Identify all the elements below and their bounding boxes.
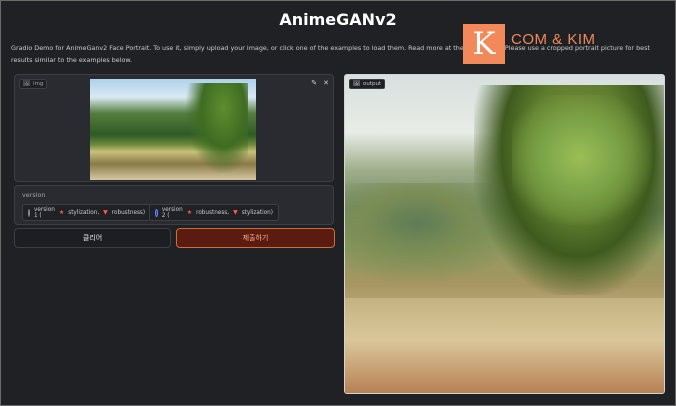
red-star-icon: ★ [186, 209, 193, 216]
version-2-robustness: robustness, [196, 209, 230, 216]
version-1-prefix: version 1 ( [34, 206, 55, 219]
edit-icon[interactable]: ✎ [311, 79, 317, 87]
output-image-label: output [362, 81, 382, 87]
output-image-panel[interactable]: 🖼 output [344, 74, 665, 394]
input-image-preview[interactable] [90, 79, 256, 180]
output-water-shape [345, 298, 664, 393]
input-image-panel[interactable]: 🖼 img ✎ ✕ [14, 74, 334, 182]
input-image-label: img [32, 81, 44, 87]
submit-button[interactable]: 제출하기 [176, 228, 335, 248]
image-icon: 🖼 [353, 81, 360, 87]
version-1-stylization: stylization, [68, 209, 100, 216]
red-star-icon: ★ [58, 209, 65, 216]
radio-dot-2 [155, 208, 158, 217]
version-panel: version version 1 ( ★ stylization, ▼ rob… [14, 185, 334, 225]
clear-button[interactable]: 클리어 [14, 228, 171, 248]
version-label: version [22, 191, 46, 199]
version-2-stylization: stylization) [241, 209, 273, 216]
output-image-tag: 🖼 output [349, 79, 386, 89]
red-triangle-icon: ▼ [233, 209, 238, 216]
input-image-actions: ✎ ✕ [311, 79, 329, 87]
input-image-tag: 🖼 img [19, 79, 48, 89]
app-window: AnimeGANv2 Gradio Demo for AnimeGanv2 Fa… [0, 0, 676, 406]
version-option-2[interactable]: version 2 ( ★ robustness, ▼ stylization) [149, 204, 279, 221]
close-icon[interactable]: ✕ [323, 79, 329, 87]
image-icon: 🖼 [23, 81, 30, 87]
red-triangle-icon: ▼ [103, 209, 108, 216]
watermark-text: COM & KIM [511, 30, 596, 48]
version-2-prefix: version 2 ( [161, 206, 183, 219]
watermark: K COM & KIM [463, 24, 596, 64]
radio-dot-1 [28, 208, 30, 217]
watermark-k-icon: K [463, 24, 505, 64]
input-tree-shape [186, 83, 248, 173]
version-1-robustness: robustness) [111, 209, 146, 216]
version-option-1[interactable]: version 1 ( ★ stylization, ▼ robustness) [22, 204, 151, 221]
output-foliage-shape [512, 95, 652, 225]
